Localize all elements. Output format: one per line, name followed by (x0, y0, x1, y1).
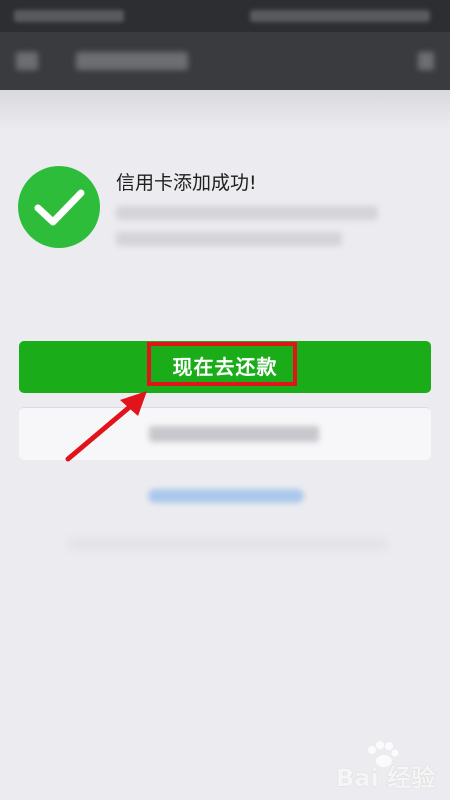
status-bar-right-blur (250, 10, 430, 22)
secondary-button[interactable] (19, 407, 431, 460)
page-title-blurred (76, 52, 188, 70)
success-description-line-2 (116, 232, 342, 246)
watermark-text: Bai 经验 (336, 764, 436, 792)
secondary-button-label-blurred (149, 426, 319, 442)
watermark: Bai 经验 (336, 740, 436, 792)
footer-note-blurred (68, 538, 388, 550)
header-shadow (0, 90, 450, 130)
status-bar (0, 0, 450, 32)
status-bar-left-blur (14, 10, 124, 22)
checkmark-circle-icon (18, 166, 100, 248)
success-title: 信用卡添加成功! (116, 172, 257, 194)
more-icon[interactable] (418, 52, 434, 70)
annotation-highlight-box (147, 342, 297, 386)
title-bar (0, 32, 450, 90)
success-description-line-1 (116, 206, 378, 220)
back-arrow-icon[interactable] (16, 52, 38, 70)
text-link-blurred[interactable] (148, 489, 304, 503)
